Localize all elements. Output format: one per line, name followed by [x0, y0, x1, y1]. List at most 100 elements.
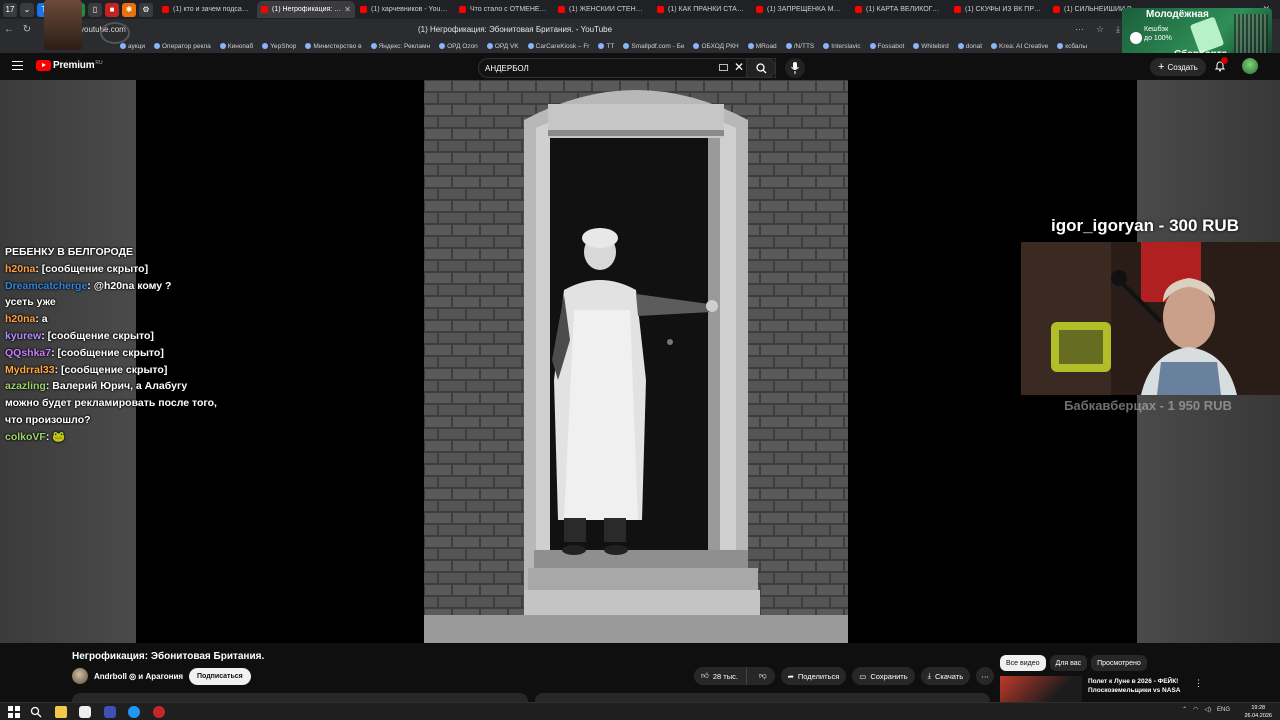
windows-start-icon[interactable] — [8, 706, 20, 718]
browser-tab[interactable]: (1) КАК ПРАНКИ СТАЛИ — [653, 1, 751, 18]
bookmark-item[interactable]: ОРД VK — [486, 43, 519, 50]
chat-text: [сообщение скрыто] — [47, 329, 154, 342]
bookmark-item[interactable]: ОРД Ozon — [439, 43, 478, 50]
bookmark-item[interactable]: Smallpdf.com - Бе — [623, 43, 684, 50]
filter-chip[interactable]: Все видео — [1000, 655, 1046, 671]
bookmark-favicon-icon — [957, 43, 964, 49]
chat-text: а — [41, 313, 48, 326]
voice-search-button[interactable] — [785, 58, 805, 78]
obs-icon[interactable] — [153, 706, 165, 718]
tray-chevron-icon[interactable]: ⌃ — [1182, 706, 1187, 713]
tab-menu-icon[interactable]: ⌄ — [20, 2, 34, 17]
bookmark-item[interactable]: Interslavic — [823, 43, 861, 50]
comments-box[interactable] — [535, 693, 990, 702]
bookmark-label: TT — [606, 42, 615, 50]
bookmark-favicon-icon — [785, 43, 792, 49]
recommendation-thumbnail[interactable] — [1000, 676, 1082, 702]
browser-tab[interactable]: Что стало с ОТМЕНЕНН — [455, 1, 553, 18]
clock[interactable]: 19:28 26.04.2026 — [1244, 704, 1272, 720]
share-button[interactable]: ➦ Поделиться — [780, 667, 847, 685]
bookmark-item[interactable]: аукци — [120, 43, 145, 50]
language-indicator[interactable]: ENG — [1217, 707, 1230, 713]
more-icon[interactable]: ⋯ — [1075, 24, 1084, 35]
youtube-logo[interactable]: Premium RU — [36, 60, 103, 71]
clear-search-icon[interactable]: ✕ — [734, 60, 744, 74]
bookmark-item[interactable]: donat — [957, 43, 982, 50]
browser-tab[interactable]: (1) Негрофикация: Эбон✕ — [257, 1, 355, 18]
streamer-webcam-image — [1021, 242, 1280, 395]
pinned-tab-icon[interactable]: ■ — [105, 2, 119, 17]
bookmark-favicon-icon — [120, 43, 126, 49]
bookmark-favicon-icon — [262, 43, 269, 49]
bookmark-item[interactable]: TT — [598, 43, 614, 50]
bookmark-item[interactable]: Fossabot — [869, 43, 904, 50]
video-frame-photo[interactable] — [424, 80, 848, 643]
chat-username: QQshka7 — [5, 346, 52, 359]
pinned-tab-icon[interactable]: ⚙ — [139, 2, 153, 17]
address-bar: ← ↻ youtube.com (1) Негрофикация: Эбонит… — [0, 19, 1280, 39]
more-actions-button[interactable]: ⋯ — [976, 667, 995, 685]
bookmark-item[interactable]: Яндекс: Рекламн — [370, 43, 430, 50]
tab-close-icon[interactable]: ✕ — [344, 5, 351, 14]
recommendation-menu-icon[interactable]: ⋮ — [1194, 678, 1203, 689]
pinned-tab-icon[interactable]: ✱ — [122, 2, 136, 17]
browser-tab[interactable]: (1) ЗАПРЕЩЁНКА МЕСС — [752, 1, 850, 18]
bookmark-item[interactable]: /N/TTS — [785, 42, 815, 50]
browser-tab[interactable]: (1) СКУФЫ ИЗ ВК ПРОБ — [950, 1, 1048, 18]
taskbar-search-icon[interactable] — [30, 706, 42, 718]
bookmark-item[interactable]: Министерство в — [305, 43, 362, 50]
channel-avatar[interactable] — [72, 668, 88, 684]
bookmark-item[interactable]: Оператор рекла — [154, 43, 211, 50]
ad-headline: Молодёжная — [1146, 9, 1209, 20]
bookmark-item[interactable]: Krea: AI Creative — [991, 43, 1048, 50]
bookmark-label: /N/TTS — [793, 42, 815, 50]
bookmark-item[interactable]: Кинопаб — [219, 43, 253, 50]
volume-icon[interactable]: ◁) — [1204, 706, 1211, 713]
save-button[interactable]: ▭ Сохранить — [852, 667, 915, 685]
browser-tab[interactable]: (1) кто и зачем подсадил — [158, 1, 256, 18]
description-box[interactable] — [72, 693, 528, 702]
bookmark-item[interactable]: MRoad — [747, 42, 777, 50]
browser-tab[interactable]: (1) КАРТА ВЕЛИКОГО П — [851, 1, 949, 18]
pinned-tab-icon[interactable]: ▯ — [88, 2, 102, 17]
file-explorer-icon[interactable] — [55, 706, 67, 718]
bookmark-label: Krea: AI Creative — [999, 42, 1049, 50]
recommendation-title[interactable]: Полет к Луне в 2026 - ФЕЙК! Плоскоземель… — [1088, 677, 1190, 695]
search-button[interactable] — [746, 58, 776, 78]
tab-label: (1) КАК ПРАНКИ СТАЛИ — [668, 6, 745, 13]
bookmark-label: аукци — [128, 42, 145, 50]
wifi-icon[interactable]: ◠ — [1193, 706, 1198, 713]
youtube-favicon-icon — [261, 6, 268, 13]
tab-count-icon[interactable]: 17 — [3, 2, 17, 17]
subscribe-button[interactable]: Подписаться — [189, 668, 251, 685]
bookmark-item[interactable]: ОБХОД РКН — [693, 43, 739, 50]
filter-chip[interactable]: Для вас — [1049, 655, 1088, 671]
dislike-button[interactable]: 👎︎ — [751, 667, 775, 685]
bookmark-favicon-icon — [598, 43, 605, 49]
create-button[interactable]: + Создать — [1150, 58, 1206, 76]
search-input[interactable] — [485, 62, 715, 74]
bookmark-star-icon[interactable]: ☆ — [1096, 24, 1104, 35]
filter-chip[interactable]: Просмотрено — [1091, 655, 1147, 671]
chat-username: kyurew — [5, 329, 42, 342]
taskbar-app-icon[interactable] — [128, 706, 140, 718]
yandex-browser-icon[interactable] — [79, 706, 91, 718]
download-icon[interactable]: ⤓ — [1116, 24, 1120, 35]
microphone-icon — [791, 62, 799, 74]
hamburger-menu-icon[interactable] — [12, 61, 23, 70]
keyboard-icon[interactable] — [719, 64, 728, 71]
bookmark-label: MRoad — [755, 42, 777, 50]
bookmark-favicon-icon — [913, 43, 920, 49]
like-button[interactable]: 👍︎ 28 тыс. — [694, 667, 747, 685]
browser-tab[interactable]: (1) ЖЕНСКИЙ СТЕНДАП — [554, 1, 652, 18]
bookmark-item[interactable]: CarCareKiosk – Fr — [527, 43, 589, 50]
bookmark-favicon-icon — [747, 43, 754, 49]
bookmark-item[interactable]: Whitebird — [913, 43, 949, 50]
browser-tab[interactable]: (1) харчевников - YouTube — [356, 1, 454, 18]
channel-name[interactable]: Andrboll ◎ и Арагония — [94, 672, 183, 681]
download-button[interactable]: ⤓ Скачать — [920, 667, 971, 685]
taskbar-app-icon[interactable] — [104, 706, 116, 718]
bookmark-item[interactable]: YepShop — [262, 43, 296, 50]
bookmark-item[interactable]: ксбалы — [1057, 43, 1087, 50]
account-avatar[interactable] — [1242, 58, 1258, 74]
